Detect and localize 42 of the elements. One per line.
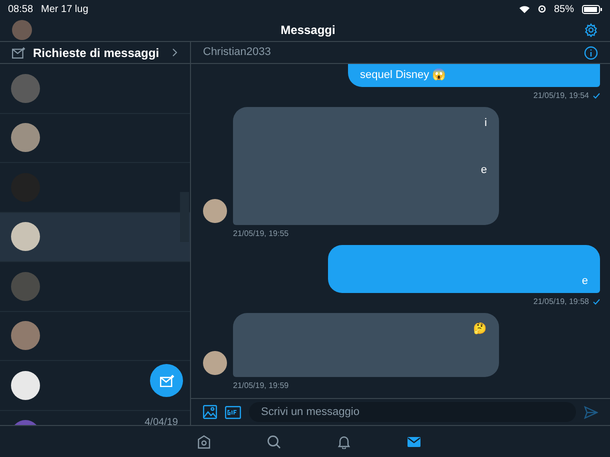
avatar xyxy=(203,351,227,375)
search-icon[interactable] xyxy=(267,434,281,448)
conversation-date: 4/04/19 xyxy=(144,416,178,425)
message-time: 21/05/19, 19:54 xyxy=(533,90,589,102)
battery-icon xyxy=(582,4,602,14)
battery-percent: 85% xyxy=(554,2,574,16)
conversation-row[interactable]: 4/04/19 xyxy=(0,410,190,425)
message-text: i xyxy=(484,116,487,131)
avatar xyxy=(11,272,40,301)
avatar xyxy=(11,321,40,350)
message-text: 🤔 xyxy=(473,322,487,337)
avatar xyxy=(11,222,40,252)
avatar xyxy=(11,123,40,152)
image-icon[interactable] xyxy=(203,405,217,419)
avatar xyxy=(11,74,40,103)
status-time: 08:58 xyxy=(8,2,34,16)
message-input[interactable]: Scrivi un messaggio xyxy=(249,402,576,422)
envelope-icon[interactable] xyxy=(407,436,421,448)
chevron-right-icon xyxy=(172,48,178,57)
chat-title: Christian2033 xyxy=(203,45,272,60)
mail-plus-icon xyxy=(12,46,25,58)
wifi-icon xyxy=(518,4,530,14)
scrollbar xyxy=(180,192,189,242)
gif-icon[interactable] xyxy=(225,406,241,418)
message-text: e xyxy=(480,162,487,178)
avatar xyxy=(11,370,40,400)
message-bubble: e xyxy=(328,245,600,293)
message-time: 21/05/19, 19:59 xyxy=(233,380,290,392)
bell-icon[interactable] xyxy=(337,434,351,448)
info-icon[interactable] xyxy=(584,46,598,60)
home-icon[interactable] xyxy=(197,434,211,448)
settings-icon[interactable] xyxy=(584,22,598,36)
header-title: Messaggi xyxy=(280,22,336,38)
conversation-row[interactable] xyxy=(0,212,190,262)
message-time: 21/05/19, 19:58 xyxy=(533,296,589,308)
new-message-icon xyxy=(160,374,174,386)
profile-avatar[interactable] xyxy=(12,20,32,40)
avatar xyxy=(203,199,227,223)
message-time: 21/05/19, 19:55 xyxy=(233,228,290,240)
status-date: Mer 17 lug xyxy=(41,2,88,16)
requests-label: Richieste di messaggi xyxy=(33,44,160,62)
message-bubble: sequel Disney 😱 xyxy=(348,64,600,87)
